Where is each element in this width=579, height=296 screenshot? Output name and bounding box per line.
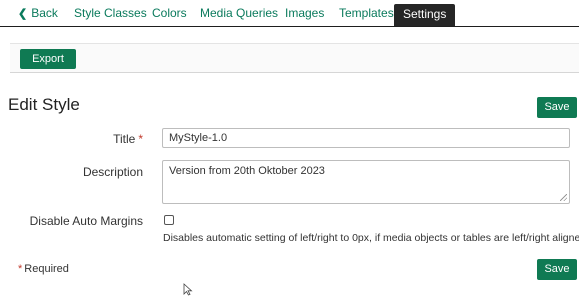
export-button[interactable]: Export <box>20 49 76 69</box>
description-label: Description <box>82 165 143 179</box>
disable-auto-margins-hint: Disables automatic setting of left/right… <box>163 232 579 244</box>
save-button-bottom[interactable]: Save <box>537 259 577 280</box>
export-toolbar: Export <box>10 43 579 73</box>
tab-templates[interactable]: Templates <box>339 6 394 20</box>
title-label: Title * <box>113 132 143 146</box>
tab-back[interactable]: ❮ Back <box>18 6 58 20</box>
chevron-left-icon: ❮ <box>18 8 28 20</box>
resize-grip-icon[interactable] <box>560 194 567 201</box>
page-title: Edit Style <box>8 95 80 114</box>
mouse-cursor-icon <box>183 283 193 296</box>
required-note-star: * <box>18 263 23 275</box>
disable-auto-margins-label: Disable Auto Margins <box>29 214 143 228</box>
required-star: * <box>138 132 143 146</box>
tab-colors-label: Colors <box>152 6 187 20</box>
disable-auto-margins-checkbox[interactable] <box>164 215 174 225</box>
tab-colors[interactable]: Colors <box>152 6 187 20</box>
save-button-top[interactable]: Save <box>537 97 577 118</box>
tab-settings[interactable]: Settings <box>394 4 456 26</box>
tab-style-classes[interactable]: Style Classes <box>74 6 147 20</box>
title-input[interactable]: MyStyle-1.0 <box>162 128 570 148</box>
tab-images[interactable]: Images <box>285 6 324 20</box>
tab-templates-label: Templates <box>339 6 394 20</box>
tab-images-label: Images <box>285 6 325 20</box>
tab-back-label: Back <box>31 6 58 20</box>
tab-bar: ❮ Back Style Classes Colors Media Queries… <box>0 0 579 27</box>
tab-media-queries-label: Media Queries <box>200 6 279 20</box>
description-textarea[interactable]: Version from 20th Oktober 2023 <box>162 160 570 204</box>
required-note: * Required <box>18 263 69 275</box>
description-value: Version from 20th Oktober 2023 <box>169 165 325 177</box>
tab-media-queries[interactable]: Media Queries <box>200 6 278 20</box>
title-label-text: Title <box>113 132 136 146</box>
required-note-text: Required <box>24 263 69 275</box>
tab-settings-label: Settings <box>403 7 447 21</box>
tab-style-classes-label: Style Classes <box>74 6 147 20</box>
